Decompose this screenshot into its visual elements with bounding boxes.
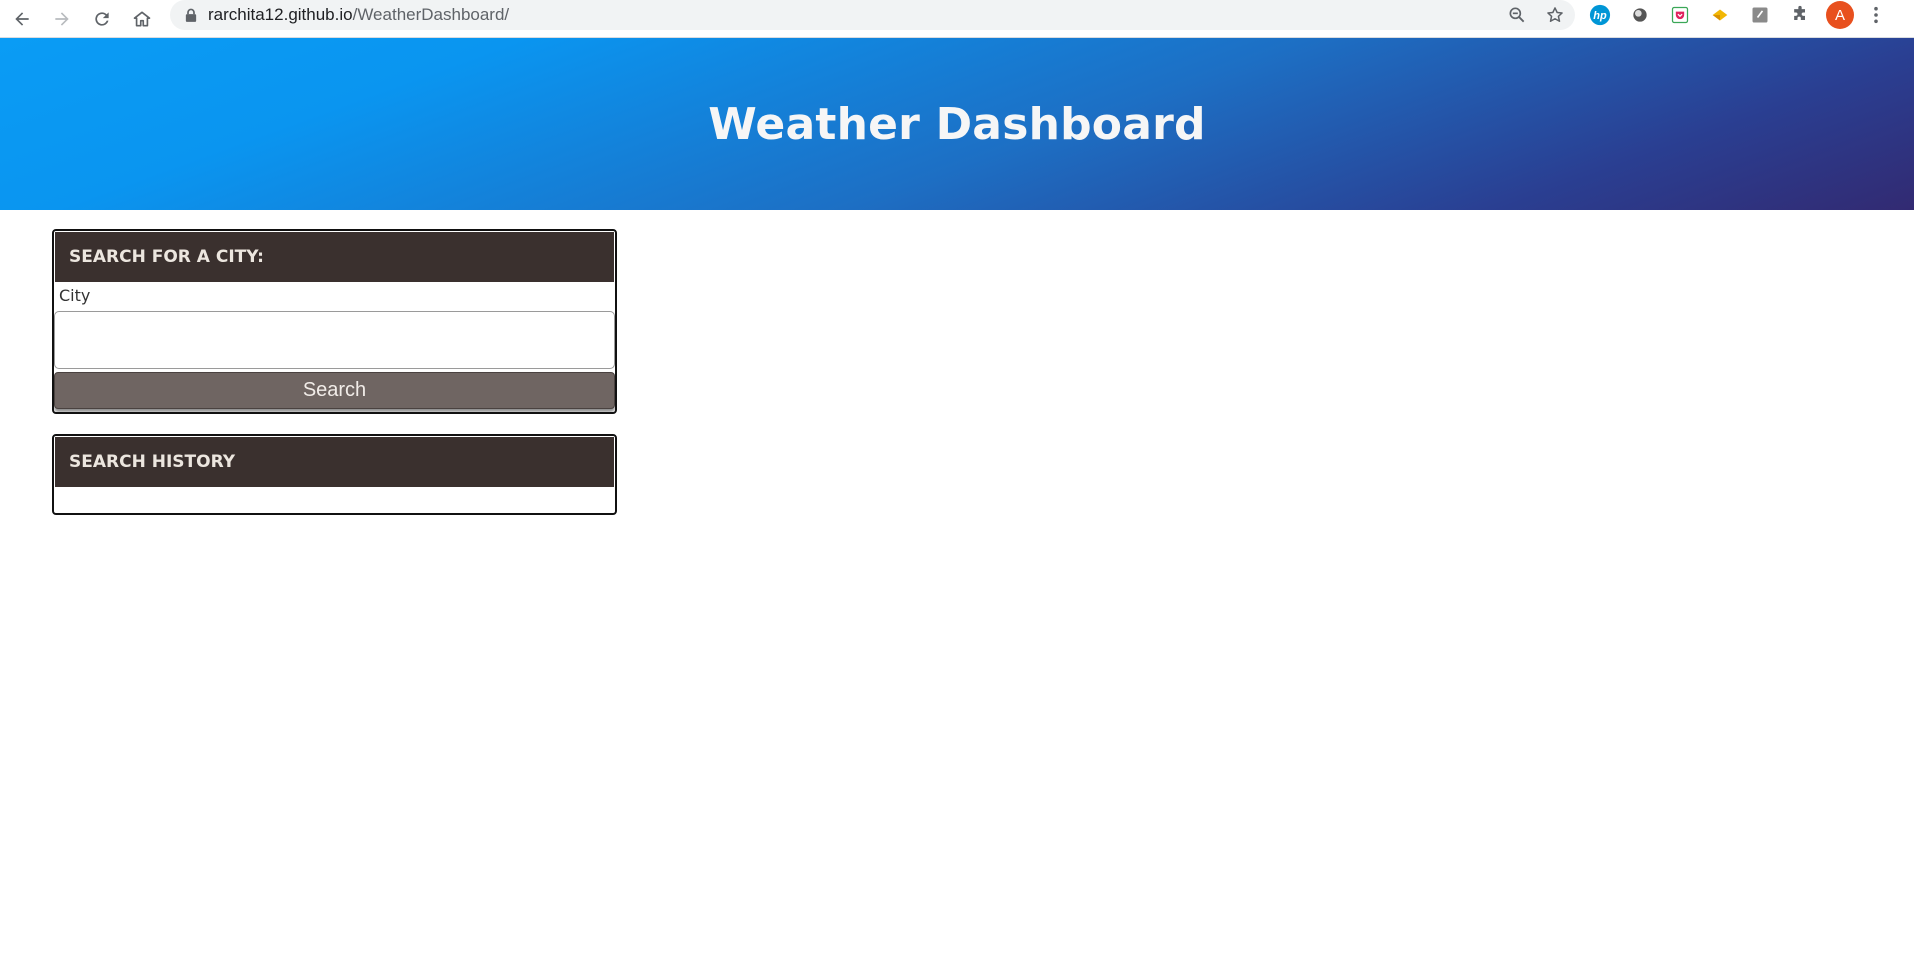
lock-icon	[184, 7, 198, 23]
hero-banner: Weather Dashboard	[0, 38, 1914, 210]
url-text: rarchita12.github.io/WeatherDashboard/	[208, 5, 509, 25]
url-host: rarchita12.github.io	[208, 5, 353, 24]
arrow-right-icon	[55, 11, 69, 26]
address-bar[interactable]: rarchita12.github.io/WeatherDashboard/	[170, 0, 1575, 30]
pocket-extension-icon[interactable]	[1666, 1, 1694, 29]
page-title: Weather Dashboard	[708, 98, 1206, 150]
svg-text:hp: hp	[1593, 10, 1607, 22]
search-card: SEARCH FOR A CITY: City Search	[52, 229, 617, 414]
back-button[interactable]	[4, 4, 40, 34]
extensions-area: hp A	[1586, 0, 1886, 30]
search-button[interactable]: Search	[54, 372, 615, 409]
hp-extension-icon[interactable]: hp	[1586, 1, 1614, 29]
grey-extension-icon[interactable]	[1746, 1, 1774, 29]
search-history-card: SEARCH HISTORY	[52, 434, 617, 515]
reload-button[interactable]	[84, 4, 120, 34]
puzzle-icon[interactable]	[1786, 1, 1814, 29]
forward-button[interactable]	[44, 4, 80, 34]
page-content: Weather Dashboard SEARCH FOR A CITY: Cit…	[0, 38, 1914, 976]
profile-avatar[interactable]: A	[1826, 1, 1854, 29]
home-button[interactable]	[124, 4, 160, 34]
search-history-heading: SEARCH HISTORY	[55, 437, 614, 487]
arrow-left-icon	[15, 11, 29, 26]
home-icon	[133, 11, 151, 26]
browser-toolbar: rarchita12.github.io/WeatherDashboard/ h…	[0, 0, 1914, 38]
diamond-extension-icon[interactable]	[1706, 1, 1734, 29]
zoom-out-icon[interactable]	[1505, 3, 1529, 27]
star-icon[interactable]	[1543, 3, 1567, 27]
city-label: City	[59, 286, 91, 305]
city-input[interactable]	[54, 311, 615, 369]
kebab-menu-icon[interactable]	[1866, 1, 1886, 29]
circle-extension-icon[interactable]	[1626, 1, 1654, 29]
url-path: /WeatherDashboard/	[352, 5, 510, 24]
reload-icon	[95, 11, 109, 26]
search-card-heading: SEARCH FOR A CITY:	[55, 232, 614, 282]
